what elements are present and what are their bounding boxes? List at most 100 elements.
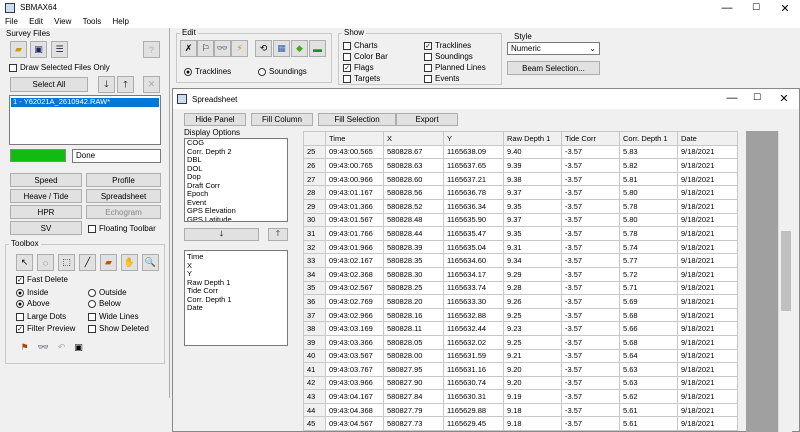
table-cell[interactable]: 580828.56 <box>383 185 444 200</box>
table-cell[interactable]: 5.63 <box>619 375 678 391</box>
table-cell[interactable]: -3.57 <box>561 212 620 228</box>
table-cell[interactable]: 580828.05 <box>383 334 444 350</box>
table-cell[interactable]: 09:43:01.567 <box>325 212 384 228</box>
line-tool[interactable]: ╱ <box>79 254 96 271</box>
table-cell[interactable]: 09:43:02.167 <box>325 253 384 268</box>
selected-field-item[interactable]: X <box>185 261 287 271</box>
survey-file-list[interactable]: 1 - Y62021A_2610942.RAW* <box>9 95 161 145</box>
table-cell[interactable]: 5.82 <box>619 158 678 173</box>
table-cell[interactable]: 1165631.16 <box>443 362 504 377</box>
fill-column-button[interactable]: Fill Column <box>251 113 313 126</box>
table-cell[interactable]: -3.57 <box>561 280 620 296</box>
remove-file-button[interactable]: ✕ <box>143 76 160 93</box>
show-charts-checkbox[interactable]: Charts <box>343 41 378 50</box>
echogram-button[interactable]: Echogram <box>86 205 161 219</box>
table-cell[interactable]: 580828.00 <box>383 348 444 364</box>
table-cell[interactable]: 5.71 <box>619 280 678 296</box>
table-cell[interactable]: 9.20 <box>503 375 562 391</box>
show-planned-lines-checkbox[interactable]: Planned Lines <box>424 63 486 72</box>
table-cell[interactable]: 9.18 <box>503 416 562 432</box>
table-cell[interactable]: 9.34 <box>503 253 562 268</box>
table-cell[interactable]: 9/18/2021 <box>677 198 738 214</box>
table-row[interactable]: 29 09:43:01.366 580828.52 1165636.34 9.35 -3.… <box>303 198 738 214</box>
table-cell[interactable]: 1165636.34 <box>443 198 504 214</box>
table-cell[interactable]: 580828.25 <box>383 280 444 296</box>
table-cell[interactable]: -3.57 <box>561 307 620 323</box>
table-cell[interactable]: 580827.73 <box>383 416 444 432</box>
table-cell[interactable]: -3.57 <box>561 171 620 187</box>
table-cell[interactable]: -3.57 <box>561 226 620 241</box>
table-row[interactable]: 26 09:43:00.765 580828.63 1165637.65 9.39 -3.… <box>303 158 738 173</box>
add-field-button[interactable]: 🡓 <box>184 228 259 241</box>
table-cell[interactable]: 09:43:03.966 <box>325 375 384 391</box>
table-row[interactable]: 35 09:43:02.567 580828.25 1165633.74 9.28 -3.… <box>303 280 738 296</box>
table-cell[interactable]: 5.62 <box>619 389 678 404</box>
table-row[interactable]: 31 09:43:01.766 580828.44 1165635.47 9.35 -3.… <box>303 226 738 241</box>
rect-select-tool[interactable]: ⬚ <box>58 254 75 271</box>
table-cell[interactable]: 9/18/2021 <box>677 321 738 336</box>
zoom-tool[interactable]: 🔍 <box>142 254 159 271</box>
table-cell[interactable]: 09:43:00.966 <box>325 171 384 187</box>
table-cell[interactable]: 5.69 <box>619 294 678 309</box>
table-cell[interactable]: 580828.52 <box>383 198 444 214</box>
table-cell[interactable]: 9.31 <box>503 239 562 255</box>
row-header[interactable]: 29 <box>303 198 326 214</box>
export-button[interactable]: Export <box>396 113 458 126</box>
speed-button[interactable]: Speed <box>10 173 82 187</box>
edit-tool-2[interactable]: ⚐ <box>197 40 214 57</box>
table-cell[interactable]: 9/18/2021 <box>677 239 738 255</box>
table-cell[interactable]: 9.35 <box>503 198 562 214</box>
table-row[interactable]: 32 09:43:01.966 580828.39 1165635.04 9.31 -3.… <box>303 239 738 255</box>
table-cell[interactable]: 5.74 <box>619 239 678 255</box>
style-select[interactable]: Numeric ⌄ <box>507 42 600 55</box>
move-down-button[interactable]: 🡓 <box>98 76 115 93</box>
row-header[interactable]: 40 <box>303 348 326 364</box>
display-options-list[interactable]: COG Corr. Depth 2 DBL DOL Dop Draft Corr Epoch… <box>184 138 288 222</box>
edit-tool-3[interactable]: 👓 <box>214 40 231 57</box>
edit-tool-8[interactable]: ▬ <box>309 40 326 57</box>
file-list-item[interactable]: 1 - Y62021A_2610942.RAW* <box>11 97 159 107</box>
spreadsheet-maximize-button[interactable]: ☐ <box>746 92 768 103</box>
column-header[interactable]: Time <box>325 131 384 146</box>
row-header[interactable]: 41 <box>303 362 326 377</box>
close-button[interactable]: ✕ <box>774 2 796 15</box>
table-row[interactable]: 28 09:43:01.167 580828.56 1165636.78 9.37 -3.… <box>303 185 738 200</box>
table-cell[interactable]: 9/18/2021 <box>677 402 738 418</box>
selected-field-item[interactable]: Date <box>185 303 287 313</box>
table-cell[interactable]: -3.57 <box>561 348 620 364</box>
table-cell[interactable]: -3.57 <box>561 416 620 432</box>
hpr-button[interactable]: HPR <box>10 205 82 219</box>
table-cell[interactable]: -3.57 <box>561 402 620 418</box>
table-row[interactable]: 41 09:43:03.767 580827.95 1165631.16 9.20 -3.… <box>303 362 738 377</box>
table-cell[interactable]: 5.64 <box>619 348 678 364</box>
row-header[interactable]: 45 <box>303 416 326 432</box>
table-cell[interactable]: 9.38 <box>503 171 562 187</box>
table-cell[interactable]: 9/18/2021 <box>677 280 738 296</box>
table-cell[interactable]: 9/18/2021 <box>677 307 738 323</box>
table-cell[interactable]: 9/18/2021 <box>677 144 738 160</box>
table-row[interactable]: 33 09:43:02.167 580828.35 1165634.60 9.34 -3.… <box>303 253 738 268</box>
floating-toolbar-checkbox[interactable]: Floating Toolbar <box>88 224 156 233</box>
edit-tool-5[interactable]: ⟲ <box>255 40 272 57</box>
row-header[interactable]: 33 <box>303 253 326 268</box>
show-targets-checkbox[interactable]: Targets <box>343 74 380 83</box>
table-cell[interactable]: 09:43:01.366 <box>325 198 384 214</box>
inside-radio[interactable]: ● Inside <box>16 288 48 297</box>
table-cell[interactable]: 1165635.47 <box>443 226 504 241</box>
table-cell[interactable]: -3.57 <box>561 321 620 336</box>
table-cell[interactable]: 9/18/2021 <box>677 375 738 391</box>
display-option-item[interactable]: GPS Latitude <box>185 215 287 221</box>
large-dots-checkbox[interactable]: Large Dots <box>16 312 66 321</box>
table-cell[interactable]: 9/18/2021 <box>677 416 738 432</box>
menu-tools[interactable]: Tools <box>83 16 102 28</box>
show-flags-checkbox[interactable]: ✓ Flags <box>343 63 374 72</box>
table-cell[interactable]: 5.68 <box>619 334 678 350</box>
table-cell[interactable]: 580828.30 <box>383 266 444 282</box>
open-folder-button[interactable]: ▰ <box>10 41 27 58</box>
undo-tool[interactable]: ↶ <box>53 339 70 356</box>
table-cell[interactable]: 09:43:04.167 <box>325 389 384 404</box>
table-cell[interactable]: 9/18/2021 <box>677 362 738 377</box>
table-row[interactable]: 39 09:43:03.366 580828.05 1165632.02 9.25 -3.… <box>303 334 738 350</box>
table-cell[interactable]: 09:43:01.167 <box>325 185 384 200</box>
table-row[interactable]: 25 09:43:00.565 580828.67 1165638.09 9.40 -3.… <box>303 144 738 160</box>
